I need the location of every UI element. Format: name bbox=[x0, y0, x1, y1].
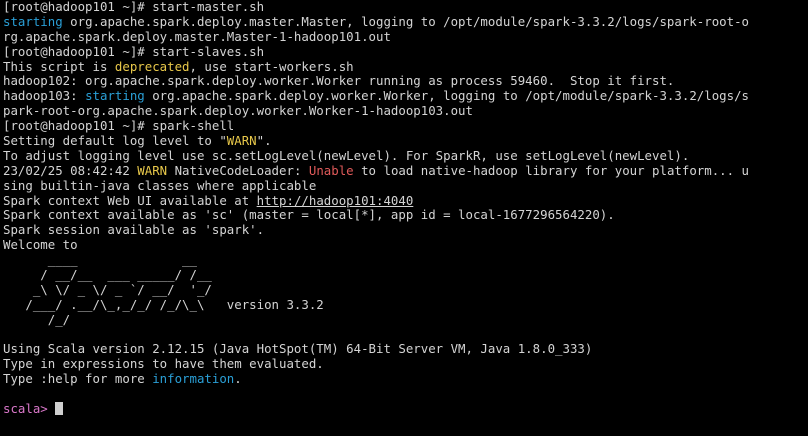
output-text: Spark context available as 'sc' (master … bbox=[3, 207, 615, 223]
output-line: Spark session available as 'spark'. bbox=[3, 222, 808, 238]
timestamp: 23/02/25 08:42:42 bbox=[3, 162, 138, 178]
output-text: org.apache.spark.deploy.master.Master, l… bbox=[62, 13, 749, 29]
banner-text: ____ __ bbox=[3, 252, 197, 268]
welcome-text: Welcome to bbox=[3, 237, 78, 253]
output-line: Using Scala version 2.12.15 (Java HotSpo… bbox=[3, 342, 808, 357]
terminal-window[interactable]: [root@hadoop101 ~]# start-master.sh star… bbox=[0, 0, 808, 436]
output-text: org.apache.spark.deploy.worker.Worker, l… bbox=[144, 88, 749, 104]
spark-banner-line: / __/__ ___ _____/ /__ bbox=[3, 267, 808, 283]
banner-text: _\ \/ _ \/ _ `/ __/ '_/ bbox=[3, 281, 212, 297]
output-text: Type in expressions to have them evaluat… bbox=[3, 356, 324, 372]
output-line: Spark context available as 'sc' (master … bbox=[3, 208, 808, 223]
output-text: To adjust logging level use sc.setLogLev… bbox=[3, 147, 690, 163]
status-keyword: starting bbox=[85, 88, 145, 104]
output-line: park-root-org.apache.spark.deploy.worker… bbox=[3, 103, 808, 119]
command-line: [root@hadoop101 ~]# spark-shell bbox=[3, 118, 808, 134]
web-ui-link[interactable]: http://hadoop101:4040 bbox=[257, 193, 414, 208]
output-text: sing builtin-java classes where applicab… bbox=[3, 177, 317, 193]
warn-keyword: WARN bbox=[226, 133, 257, 149]
output-text: hadoop102: org.apache.spark.deploy.worke… bbox=[3, 73, 675, 89]
command-text: [root@hadoop101 ~]# spark-shell bbox=[3, 118, 235, 134]
output-text: Type :help for more bbox=[3, 371, 153, 387]
output-line: Spark context Web UI available at http:/… bbox=[3, 192, 808, 209]
output-text: . bbox=[234, 371, 242, 387]
output-text: ". bbox=[256, 133, 272, 149]
spark-banner-line: /___/ .__/\_,_/_/ /_/\_\ version 3.3.2 bbox=[3, 296, 808, 313]
command-line: [root@hadoop101 ~]# start-master.sh bbox=[3, 0, 808, 15]
output-line: starting org.apache.spark.deploy.master.… bbox=[3, 13, 808, 30]
output-line: Welcome to bbox=[3, 237, 808, 253]
error-keyword: Unable bbox=[308, 162, 354, 178]
spark-banner-line: /_/ bbox=[3, 311, 808, 328]
output-line: To adjust logging level use sc.setLogLev… bbox=[3, 147, 808, 164]
status-keyword: starting bbox=[3, 13, 63, 29]
output-line: sing builtin-java classes where applicab… bbox=[3, 177, 808, 194]
output-text: Spark session available as 'spark'. bbox=[3, 222, 265, 238]
scala-prompt: scala> bbox=[3, 401, 56, 417]
output-text: park-root-org.apache.spark.deploy.worker… bbox=[3, 103, 473, 119]
scala-input-line[interactable]: scala> bbox=[3, 401, 808, 417]
text-cursor[interactable] bbox=[55, 402, 64, 416]
output-line: Type :help for more information. bbox=[3, 371, 808, 387]
output-line: Type in expressions to have them evaluat… bbox=[3, 356, 808, 372]
spark-banner-line: ____ __ bbox=[3, 252, 808, 268]
output-text: Using Scala version 2.12.15 (Java HotSpo… bbox=[3, 341, 593, 357]
banner-text: / __/__ ___ _____/ /__ bbox=[3, 267, 212, 283]
banner-text: /_/ bbox=[3, 311, 71, 327]
command-line: [root@hadoop101 ~]# start-slaves.sh bbox=[3, 43, 808, 60]
deprecated-keyword: deprecated bbox=[114, 58, 190, 74]
output-text: Spark context Web UI available at bbox=[3, 192, 257, 208]
output-text: , use start-workers.sh bbox=[189, 58, 354, 74]
banner-text: /___/ .__/\_,_/_/ /_/\_\ version 3.3.2 bbox=[3, 296, 324, 312]
output-line: hadoop103: starting org.apache.spark.dep… bbox=[3, 88, 808, 104]
output-text: rg.apache.spark.deploy.master.Master-1-h… bbox=[3, 28, 391, 44]
warn-keyword: WARN bbox=[137, 162, 168, 178]
output-text: hadoop103: bbox=[3, 88, 86, 104]
command-text: [root@hadoop101 ~]# start-master.sh bbox=[3, 0, 265, 14]
output-line: hadoop102: org.apache.spark.deploy.worke… bbox=[3, 74, 808, 89]
output-line: rg.apache.spark.deploy.master.Master-1-h… bbox=[3, 28, 808, 45]
output-text: NativeCodeLoader: bbox=[167, 162, 309, 178]
output-text: Setting default log level to " bbox=[3, 133, 227, 149]
output-line: This script is deprecated, use start-wor… bbox=[3, 58, 808, 75]
spark-banner-line: _\ \/ _ \/ _ `/ __/ '_/ bbox=[3, 281, 808, 298]
output-text: This script is bbox=[3, 58, 115, 74]
output-text: to load native-hadoop library for your p… bbox=[353, 162, 750, 178]
information-keyword: information bbox=[152, 371, 235, 387]
output-line: 23/02/25 08:42:42 WARN NativeCodeLoader:… bbox=[3, 162, 808, 179]
command-text: [root@hadoop101 ~]# start-slaves.sh bbox=[3, 43, 265, 59]
output-line: Setting default log level to "WARN". bbox=[3, 133, 808, 149]
